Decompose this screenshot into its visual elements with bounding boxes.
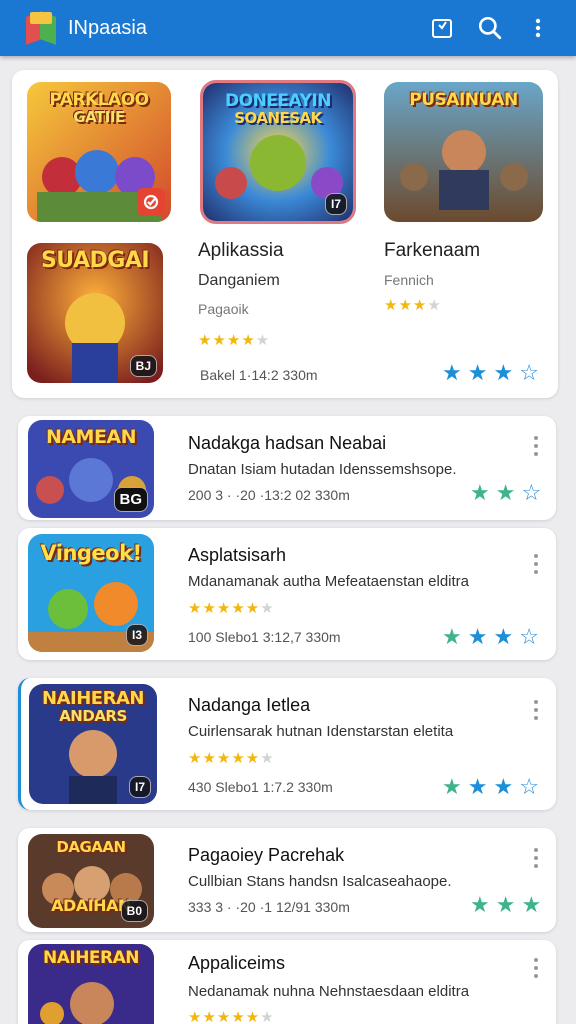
list-item-title: Nadanga Ietlea bbox=[188, 695, 311, 715]
list-item-title: Nadakga hadsan Neabai bbox=[188, 433, 387, 453]
tile-badge: BG bbox=[113, 487, 148, 512]
featured-category-1: Pagaoik bbox=[198, 301, 249, 317]
list-item-thumbnail: Vingeok! I3 bbox=[28, 534, 154, 652]
featured-subtitle-1: Danganiem bbox=[198, 272, 280, 289]
app-title: INpaasia bbox=[68, 16, 147, 39]
more-options-icon[interactable] bbox=[533, 958, 539, 978]
list-item-description: Mdanamanak autha Mefeataenstan elditra bbox=[188, 573, 470, 590]
more-options-icon[interactable] bbox=[533, 700, 539, 720]
bookmark-icon[interactable] bbox=[418, 4, 466, 52]
tile-badge: I7 bbox=[128, 776, 151, 798]
tile-badge: I3 bbox=[125, 624, 148, 646]
featured-name-2[interactable]: Farkenaam bbox=[384, 240, 480, 262]
more-options-icon[interactable] bbox=[533, 848, 539, 868]
star-icon[interactable]: ★ bbox=[493, 776, 513, 798]
list-item-rating[interactable]: ★ ★ ★ ☆ bbox=[442, 626, 539, 648]
star-icon[interactable]: ★ bbox=[493, 362, 513, 384]
featured-meta-1: Bakel 1·14:2 330m bbox=[200, 367, 318, 383]
more-options-icon[interactable] bbox=[533, 436, 539, 456]
star-icon[interactable]: ★ bbox=[468, 362, 488, 384]
more-options-icon[interactable] bbox=[533, 554, 539, 574]
tile-title: NAMEAN bbox=[45, 426, 137, 448]
tile-subtitle: GATIIE bbox=[73, 107, 125, 126]
featured-tile-2[interactable]: DONEEAYIN SOANESAK I7 bbox=[200, 80, 356, 224]
list-item-selected[interactable]: NAIHERAN ANDARS I7 Nadanga Ietlea Cuirlen… bbox=[18, 678, 556, 810]
list-item-rating[interactable]: ★ ★ ★ bbox=[470, 894, 541, 916]
featured-rating-2: ★★★★ bbox=[384, 297, 442, 314]
tile-title: NAIHERAN bbox=[42, 688, 144, 709]
tile-badge: B0 bbox=[120, 900, 148, 922]
tile-title: PARKLAOO bbox=[49, 90, 149, 110]
tile-title: DONEEAYIN bbox=[225, 91, 331, 111]
app-bar: INpaasia bbox=[0, 0, 576, 56]
tile-badge: I7 bbox=[324, 193, 347, 215]
list-item[interactable]: NAMEAN BG Nadakga hadsan Neabai Dnatan I… bbox=[18, 416, 556, 520]
more-vert-icon[interactable] bbox=[514, 4, 562, 52]
tile-title: SUADGAI bbox=[40, 248, 150, 273]
list-item-gold-rating: ★★★★★★ bbox=[188, 750, 275, 767]
check-badge-icon bbox=[137, 188, 165, 216]
list-item-meta: 333 3 · ·20 ·1 12/91 330m bbox=[188, 899, 350, 915]
tile-title: PUSAINUAN bbox=[409, 90, 518, 110]
star-icon[interactable]: ★ bbox=[468, 776, 488, 798]
list-item-meta: 430 Slebo1 1:7.2 330m bbox=[188, 779, 333, 795]
star-icon[interactable]: ★ bbox=[521, 894, 541, 916]
list-item-thumbnail: NAIHERAN ANDARS I7 bbox=[29, 684, 157, 804]
star-icon[interactable]: ★ bbox=[442, 626, 462, 648]
list-item-gold-rating: ★★★★★★ bbox=[188, 600, 275, 617]
featured-category-2: Fennich bbox=[384, 272, 434, 288]
tile-badge: BJ bbox=[129, 355, 157, 377]
list-item-title: Pagaoiey Pacrehak bbox=[188, 845, 345, 865]
star-icon[interactable]: ★ bbox=[493, 626, 513, 648]
star-icon[interactable]: ★ bbox=[496, 482, 516, 504]
list-item-meta: 200 3 · ·20 ·13:2 02 330m bbox=[188, 487, 350, 503]
star-outline-icon[interactable]: ☆ bbox=[519, 362, 539, 384]
star-icon[interactable]: ★ bbox=[496, 894, 516, 916]
featured-rating-1: ★★★★★ bbox=[198, 332, 271, 349]
featured-name-1[interactable]: Aplikassia bbox=[198, 240, 284, 262]
list-item-title: Asplatsisarh bbox=[188, 545, 287, 565]
featured-star-rating[interactable]: ★ ★ ★ ☆ bbox=[442, 362, 539, 384]
featured-tile-4[interactable]: SUADGAI BJ bbox=[27, 243, 163, 383]
tile-title: DAGAAN bbox=[56, 838, 126, 856]
search-icon[interactable] bbox=[466, 4, 514, 52]
tile-subtitle: ANDARS bbox=[59, 706, 127, 725]
star-icon[interactable]: ★ bbox=[468, 626, 488, 648]
star-icon[interactable]: ★ bbox=[470, 894, 490, 916]
list-item[interactable]: NAIHERAN Appaliceims Nedanamak nuhna Neh… bbox=[18, 940, 556, 1024]
list-item-thumbnail: DAGAAN ADAIHAN B0 bbox=[28, 834, 154, 928]
star-outline-icon[interactable]: ☆ bbox=[519, 776, 539, 798]
featured-tile-1[interactable]: PARKLAOO GATIIE bbox=[27, 82, 171, 222]
list-item-description: Cuirlensarak hutnan Idenstarstan eletita bbox=[188, 723, 454, 740]
featured-tile-3[interactable]: PUSAINUAN bbox=[384, 82, 543, 222]
star-icon[interactable]: ★ bbox=[442, 362, 462, 384]
featured-card: PARKLAOO GATIIE DONEEAYIN SOANESAK I7 PUSA… bbox=[12, 70, 558, 398]
list-item-gold-rating: ★★★★★★ bbox=[188, 1009, 275, 1024]
list-item-thumbnail: NAMEAN BG bbox=[28, 420, 154, 518]
tile-title: NAIHERAN bbox=[42, 948, 140, 968]
star-icon[interactable]: ★ bbox=[470, 482, 490, 504]
app-logo-icon[interactable] bbox=[26, 11, 56, 45]
list-item[interactable]: Vingeok! I3 Asplatsisarh Mdanamanak auth… bbox=[18, 528, 556, 660]
star-icon[interactable]: ★ bbox=[442, 776, 462, 798]
list-item-title: Appaliceims bbox=[188, 953, 286, 973]
list-item-rating[interactable]: ★ ★ ☆ bbox=[470, 482, 541, 504]
star-outline-icon[interactable]: ☆ bbox=[519, 626, 539, 648]
tile-subtitle: ADAIHAN bbox=[51, 896, 131, 915]
tile-title: Vingeok! bbox=[40, 541, 142, 565]
list-item-description: Cullbian Stans handsn Isalcaseahaope. bbox=[188, 873, 452, 890]
list-item-meta: 100 Slebo1 3:12,7 330m bbox=[188, 629, 341, 645]
list-item-description: Nedanamak nuhna Nehnstaesdaan elditra bbox=[188, 983, 470, 1000]
list-item-description: Dnatan Isiam hutadan Idenssemshsope. bbox=[188, 461, 457, 478]
list-item-rating[interactable]: ★ ★ ★ ☆ bbox=[442, 776, 539, 798]
list-item-thumbnail: NAIHERAN bbox=[28, 944, 154, 1024]
tile-subtitle: SOANESAK bbox=[234, 108, 322, 127]
star-outline-icon[interactable]: ☆ bbox=[521, 482, 541, 504]
list-item[interactable]: DAGAAN ADAIHAN B0 Pagaoiey Pacrehak Cull… bbox=[18, 828, 556, 932]
